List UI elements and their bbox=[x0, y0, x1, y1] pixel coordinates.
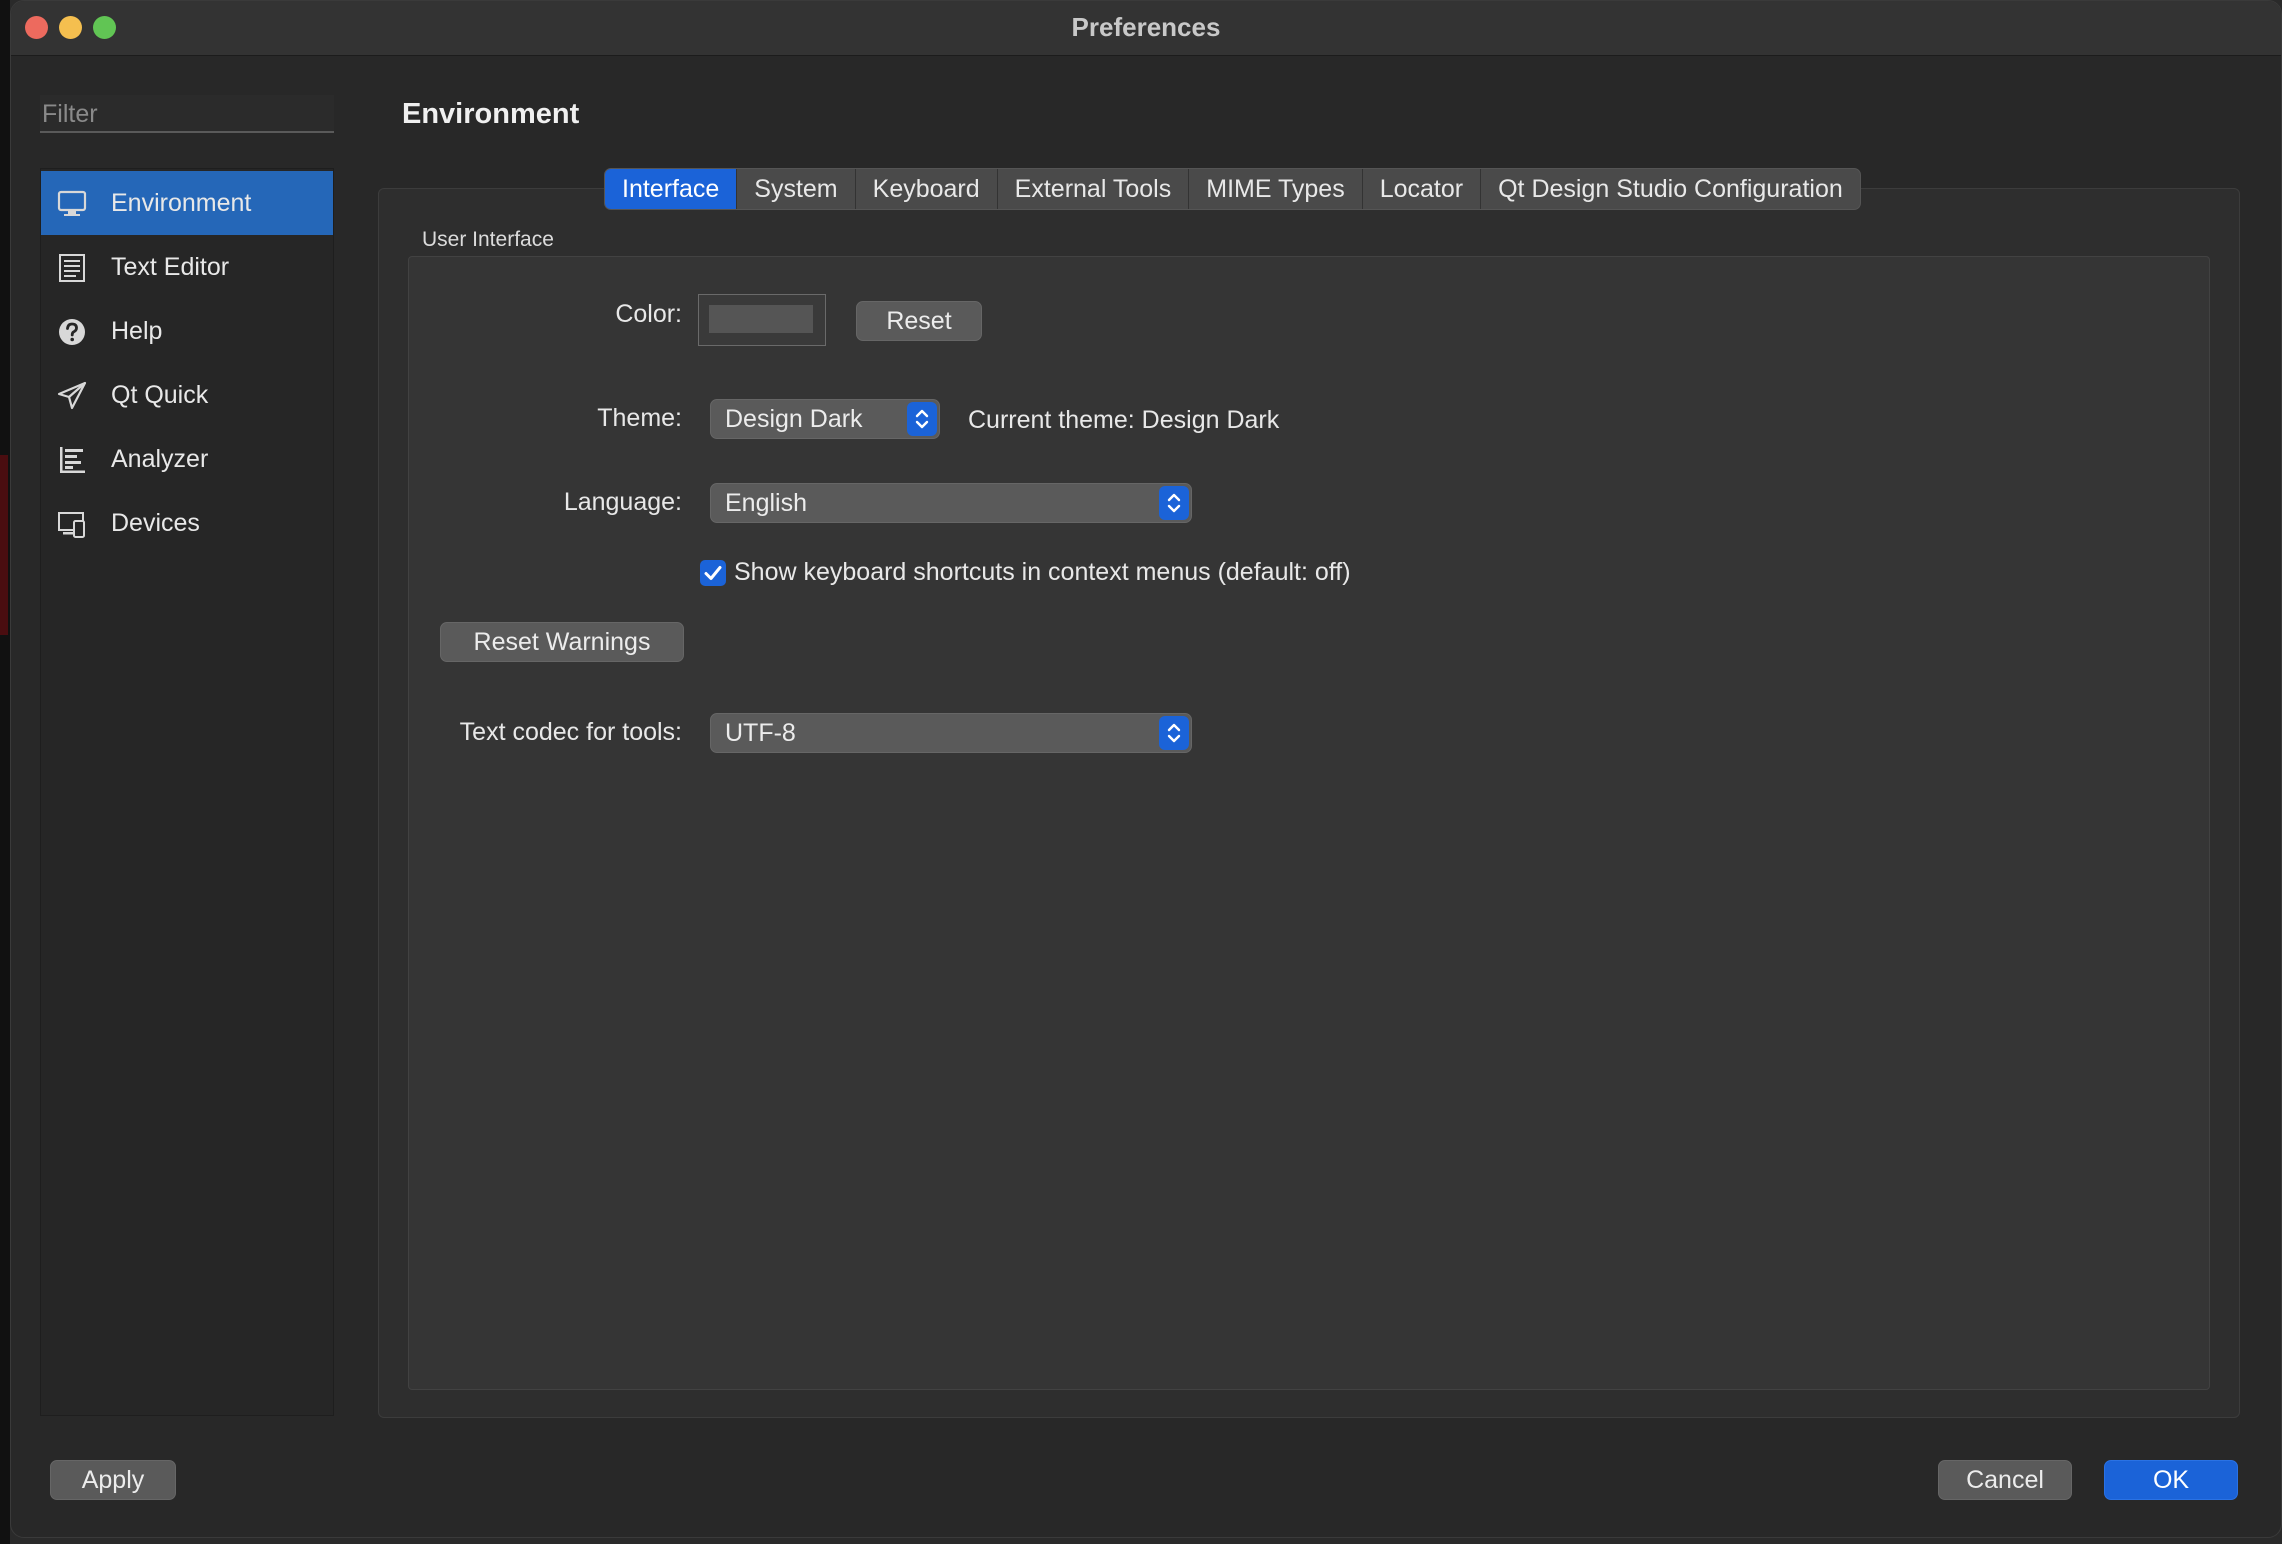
sidebar-item-label: Help bbox=[111, 317, 163, 345]
tab-locator[interactable]: Locator bbox=[1363, 169, 1482, 209]
theme-select-value: Design Dark bbox=[725, 405, 863, 433]
analyzer-icon bbox=[60, 447, 85, 473]
background-strip-accent bbox=[0, 455, 8, 635]
shortcuts-checkbox-label[interactable]: Show keyboard shortcuts in context menus… bbox=[734, 558, 1351, 587]
sidebar-item-label: Analyzer bbox=[111, 445, 209, 473]
tab-interface[interactable]: Interface bbox=[605, 169, 738, 209]
monitor-icon bbox=[57, 190, 87, 216]
sidebar-item-label: Environment bbox=[111, 189, 252, 217]
cancel-button[interactable]: Cancel bbox=[1938, 1460, 2072, 1500]
tab-bar: Interface System Keyboard External Tools… bbox=[604, 168, 1861, 210]
sidebar-item-devices[interactable]: Devices bbox=[41, 491, 333, 555]
sidebar-item-text-editor[interactable]: Text Editor bbox=[41, 235, 333, 299]
sidebar-item-analyzer[interactable]: Analyzer bbox=[41, 427, 333, 491]
sidebar-item-label: Text Editor bbox=[111, 253, 230, 281]
background-strip bbox=[0, 0, 10, 1544]
help-icon bbox=[59, 319, 85, 345]
apply-button[interactable]: Apply bbox=[50, 1460, 176, 1500]
title-bar: Preferences bbox=[11, 1, 2281, 56]
sidebar-item-label: Qt Quick bbox=[111, 381, 209, 409]
sidebar-item-help[interactable]: Help bbox=[41, 299, 333, 363]
paper-plane-icon bbox=[57, 381, 87, 410]
codec-select-value: UTF-8 bbox=[725, 719, 796, 747]
ok-button[interactable]: OK bbox=[2104, 1460, 2238, 1500]
sidebar-item-qt-quick[interactable]: Qt Quick bbox=[41, 363, 333, 427]
theme-label: Theme: bbox=[597, 404, 682, 432]
page-title: Environment bbox=[402, 98, 580, 130]
color-label: Color: bbox=[615, 300, 682, 328]
reset-color-button[interactable]: Reset bbox=[856, 301, 982, 341]
language-label: Language: bbox=[563, 488, 682, 516]
language-select[interactable]: English bbox=[710, 483, 1192, 523]
codec-select[interactable]: UTF-8 bbox=[710, 713, 1192, 753]
tab-system[interactable]: System bbox=[737, 169, 856, 209]
tab-external-tools[interactable]: External Tools bbox=[998, 169, 1190, 209]
checkmark-icon bbox=[704, 566, 722, 580]
select-arrows-icon bbox=[1159, 486, 1189, 520]
filter-input[interactable]: Filter bbox=[40, 95, 334, 133]
group-label: User Interface bbox=[422, 228, 554, 251]
current-theme-text: Current theme: Design Dark bbox=[968, 406, 1280, 434]
devices-icon bbox=[58, 512, 85, 538]
shortcuts-checkbox[interactable] bbox=[700, 560, 726, 586]
sidebar-item-label: Devices bbox=[111, 509, 200, 537]
color-picker-button[interactable] bbox=[698, 294, 826, 346]
theme-select[interactable]: Design Dark bbox=[710, 399, 940, 439]
document-icon bbox=[59, 254, 85, 282]
reset-warnings-button[interactable]: Reset Warnings bbox=[440, 622, 684, 662]
select-arrows-icon bbox=[907, 402, 937, 436]
color-swatch bbox=[709, 305, 813, 333]
window-title: Preferences bbox=[1071, 12, 1221, 42]
codec-label: Text codec for tools: bbox=[459, 718, 682, 746]
select-arrows-icon bbox=[1159, 716, 1189, 750]
tab-qt-design-studio-configuration[interactable]: Qt Design Studio Configuration bbox=[1481, 169, 1860, 209]
language-select-value: English bbox=[725, 489, 807, 517]
tab-mime-types[interactable]: MIME Types bbox=[1189, 169, 1363, 209]
sidebar: Environment Text Editor Help Qt Quick An… bbox=[40, 168, 334, 1416]
sidebar-item-environment[interactable]: Environment bbox=[41, 171, 333, 235]
tab-keyboard[interactable]: Keyboard bbox=[856, 169, 998, 209]
